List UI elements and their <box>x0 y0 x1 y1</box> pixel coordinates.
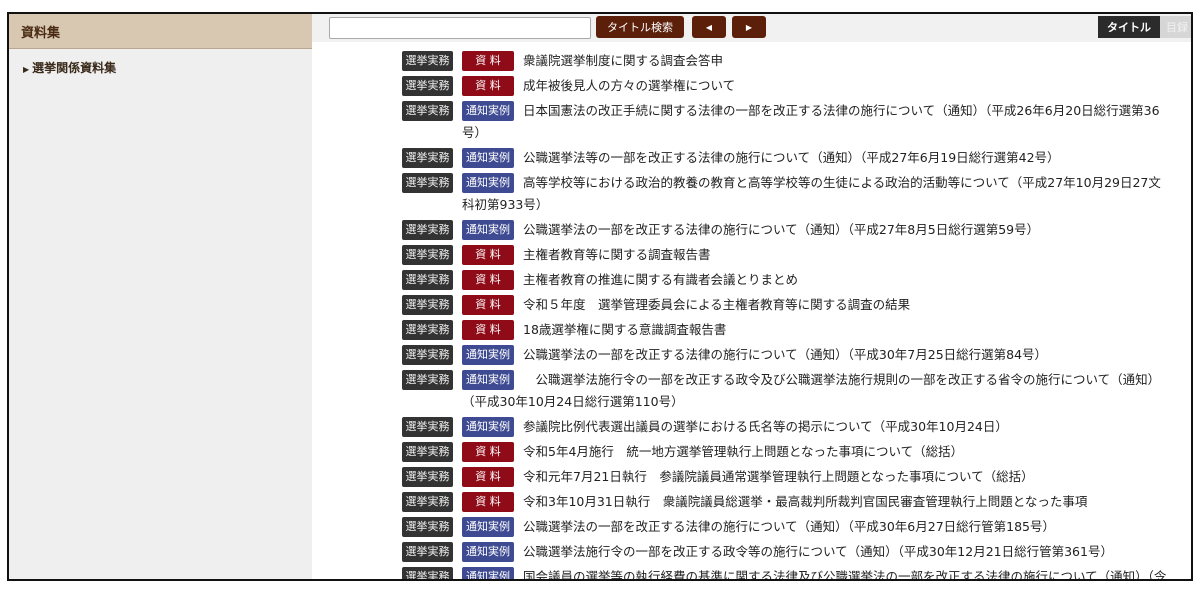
list-item: 選挙実務 通知実例 公職選挙法等の一部を改正する法律の施行について（通知）（平成27… <box>402 147 1173 169</box>
document-title-link[interactable]: 国会議員の選挙等の執行経費の基準に関する法律及び公職選挙法の一部を改正する法律の… <box>462 569 1166 579</box>
title-search-button[interactable]: タイトル検索 <box>596 16 684 38</box>
list-item: 選挙実務 通知実例 国会議員の選挙等の執行経費の基準に関する法律及び公職選挙法の一部… <box>402 566 1173 579</box>
category-badge: 選挙実務 <box>402 542 453 562</box>
document-title-link[interactable]: 令和3年10月31日執行 衆議院議員総選挙・最高裁判所裁判官国民審査管理執行上問… <box>523 494 1087 509</box>
list-item: 選挙実務 通知実例 公職選挙法の一部を改正する法律の施行について（通知）（平成30年… <box>402 516 1173 538</box>
list-item: 選挙実務 通知実例 高等学校等における政治的教養の教育と高等学校等の生徒による政治的… <box>402 172 1173 216</box>
category-badge: 選挙実務 <box>402 76 453 96</box>
category-badge: 選挙実務 <box>402 417 453 437</box>
sidebar-item-label: 選挙関係資料集 <box>32 61 117 75</box>
list-item: 選挙実務 通知実例 公職選挙法施行令の一部を改正する政令及び公職選挙法施行規則の一… <box>402 369 1173 413</box>
document-title-link[interactable]: 令和5年4月施行 統一地方選挙管理執行上問題となった事項について（総括） <box>523 444 963 459</box>
type-badge: 通知実例 <box>462 101 514 121</box>
type-badge: 通知実例 <box>462 370 514 390</box>
document-title-link[interactable]: 参議院比例代表選出議員の選挙における氏名等の掲示について（平成30年10月24日… <box>523 419 1008 434</box>
category-badge: 選挙実務 <box>402 517 453 537</box>
list-item: 選挙実務 通知実例 参議院比例代表選出議員の選挙における氏名等の掲示について（平成3… <box>402 416 1173 438</box>
type-badge: 資 料 <box>462 492 514 512</box>
type-badge: 通知実例 <box>462 567 514 579</box>
type-badge: 通知実例 <box>462 148 514 168</box>
type-badge: 通知実例 <box>462 220 514 240</box>
sidebar-title: 資料集 <box>9 14 312 49</box>
document-title-link[interactable]: 公職選挙法等の一部を改正する法律の施行について（通知）（平成27年6月19日総行… <box>523 150 1060 165</box>
type-badge: 資 料 <box>462 295 514 315</box>
category-badge: 選挙実務 <box>402 101 453 121</box>
category-badge: 選挙実務 <box>402 51 453 71</box>
document-list: 選挙実務資 料衆議院選挙制度に関する調査会答申 選挙実務資 料成年被後見人の方々の… <box>402 50 1173 579</box>
category-badge: 選挙実務 <box>402 370 453 390</box>
document-title-link[interactable]: 衆議院選挙制度に関する調査会答申 <box>523 53 723 68</box>
document-title-link[interactable]: 公職選挙法の一部を改正する法律の施行について（通知）（平成30年6月27日総行管… <box>523 519 1055 534</box>
type-badge: 資 料 <box>462 245 514 265</box>
list-item: 選挙実務資 料主権者教育等に関する調査報告書 <box>402 244 1173 266</box>
category-badge: 選挙実務 <box>402 467 453 487</box>
app-window: 資料集 ▶ 選挙関係資料集 タイトル検索 ◀ ▶ タイトル 目録 選挙実務資 料衆… <box>7 12 1193 581</box>
list-item: 選挙実務資 料令和5年4月施行 統一地方選挙管理執行上問題となった事項について（… <box>402 441 1173 463</box>
document-title-link[interactable]: 主権者教育等に関する調査報告書 <box>523 247 711 262</box>
sidebar: 資料集 ▶ 選挙関係資料集 <box>9 14 312 579</box>
type-badge: 通知実例 <box>462 517 514 537</box>
type-badge: 資 料 <box>462 76 514 96</box>
category-badge: 選挙実務 <box>402 567 453 579</box>
next-button[interactable]: ▶ <box>732 16 766 38</box>
type-badge: 通知実例 <box>462 417 514 437</box>
sidebar-item-election-materials[interactable]: ▶ 選挙関係資料集 <box>9 49 312 86</box>
toggle-index[interactable]: 目録 <box>1160 16 1191 38</box>
document-title-link[interactable]: 成年被後見人の方々の選挙権について <box>523 78 735 93</box>
type-badge: 通知実例 <box>462 345 514 365</box>
next-icon: ▶ <box>745 22 753 32</box>
type-badge: 資 料 <box>462 467 514 487</box>
main-content: タイトル検索 ◀ ▶ タイトル 目録 選挙実務資 料衆議院選挙制度に関する調査会… <box>312 14 1191 579</box>
type-badge: 資 料 <box>462 51 514 71</box>
category-badge: 選挙実務 <box>402 220 453 240</box>
toggle-title[interactable]: タイトル <box>1098 16 1160 38</box>
document-title-link[interactable]: 令和５年度 選挙管理委員会による主権者教育等に関する調査の結果 <box>523 297 910 312</box>
document-title-link[interactable]: 日本国憲法の改正手続に関する法律の一部を改正する法律の施行について（通知）（平成… <box>462 103 1160 140</box>
list-item: 選挙実務資 料衆議院選挙制度に関する調査会答申 <box>402 50 1173 72</box>
list-item: 選挙実務 通知実例 公職選挙法の一部を改正する法律の施行について（通知）（平成27年… <box>402 219 1173 241</box>
list-item: 選挙実務 通知実例 公職選挙法の一部を改正する法律の施行について（通知）（平成30年… <box>402 344 1173 366</box>
category-badge: 選挙実務 <box>402 442 453 462</box>
caret-right-icon: ▶ <box>23 65 30 74</box>
type-badge: 通知実例 <box>462 173 514 193</box>
document-title-link[interactable]: 主権者教育の推進に関する有識者会議とりまとめ <box>523 272 798 287</box>
category-badge: 選挙実務 <box>402 173 453 193</box>
document-title-link[interactable]: 公職選挙法施行令の一部を改正する政令等の施行について（通知）（平成30年12月2… <box>523 544 1113 559</box>
category-badge: 選挙実務 <box>402 345 453 365</box>
document-title-link[interactable]: 公職選挙法施行令の一部を改正する政令及び公職選挙法施行規則の一部を改正する省令の… <box>462 372 1160 409</box>
list-item: 選挙実務資 料令和3年10月31日執行 衆議院議員総選挙・最高裁判所裁判官国民審… <box>402 491 1173 513</box>
type-badge: 資 料 <box>462 270 514 290</box>
type-badge: 通知実例 <box>462 542 514 562</box>
category-badge: 選挙実務 <box>402 492 453 512</box>
document-title-link[interactable]: 公職選挙法の一部を改正する法律の施行について（通知）（平成30年7月25日総行選… <box>523 347 1047 362</box>
list-item: 選挙実務資 料令和元年7月21日執行 参議院議員通常選挙管理執行上問題となった事… <box>402 466 1173 488</box>
prev-icon: ◀ <box>705 22 713 32</box>
category-badge: 選挙実務 <box>402 270 453 290</box>
search-input[interactable] <box>329 17 591 39</box>
category-badge: 選挙実務 <box>402 320 453 340</box>
list-item: 選挙実務 通知実例 日本国憲法の改正手続に関する法律の一部を改正する法律の施行につい… <box>402 100 1173 144</box>
document-title-link[interactable]: 18歳選挙権に関する意識調査報告書 <box>523 322 726 337</box>
list-item: 選挙実務資 料主権者教育の推進に関する有識者会議とりまとめ <box>402 269 1173 291</box>
type-badge: 資 料 <box>462 442 514 462</box>
list-item: 選挙実務資 料令和５年度 選挙管理委員会による主権者教育等に関する調査の結果 <box>402 294 1173 316</box>
list-item: 選挙実務 通知実例 公職選挙法施行令の一部を改正する政令等の施行について（通知）（平… <box>402 541 1173 563</box>
category-badge: 選挙実務 <box>402 295 453 315</box>
category-badge: 選挙実務 <box>402 148 453 168</box>
category-badge: 選挙実務 <box>402 245 453 265</box>
document-title-link[interactable]: 令和元年7月21日執行 参議院議員通常選挙管理執行上問題となった事項について（総… <box>523 469 1034 484</box>
toolbar: タイトル検索 ◀ ▶ タイトル 目録 <box>312 14 1191 42</box>
document-title-link[interactable]: 公職選挙法の一部を改正する法律の施行について（通知）（平成27年8月5日総行選第… <box>523 222 1039 237</box>
document-title-link[interactable]: 高等学校等における政治的教養の教育と高等学校等の生徒による政治的活動等について（… <box>462 175 1161 212</box>
list-item: 選挙実務資 料成年被後見人の方々の選挙権について <box>402 75 1173 97</box>
prev-button[interactable]: ◀ <box>692 16 726 38</box>
type-badge: 資 料 <box>462 320 514 340</box>
list-item: 選挙実務資 料 18歳選挙権に関する意識調査報告書 <box>402 319 1173 341</box>
